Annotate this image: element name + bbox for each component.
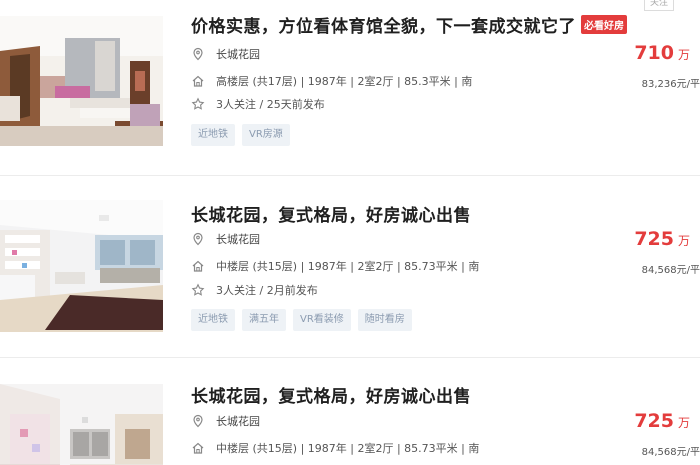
price-unit: 万 [677, 234, 690, 248]
listing-photo[interactable] [0, 384, 163, 465]
star-icon [191, 283, 205, 297]
follow-info-line: 3人关注 / 2月前发布 [191, 282, 318, 298]
must-see-badge: 必看好房 [581, 15, 627, 34]
tag: 满五年 [242, 309, 286, 331]
tag: VR看装修 [293, 309, 351, 331]
house-icon [191, 441, 205, 455]
house-icon [191, 259, 205, 273]
house-info-line: 中楼层 (共15层) | 1987年 | 2室2厅 | 85.73平米 | 南 [191, 258, 479, 274]
house-icon [191, 74, 205, 88]
listing-title[interactable]: 价格实惠，方位看体育馆全貌，下一套成交就它了 [191, 12, 576, 37]
total-price: 725 万 [634, 410, 690, 432]
location-pin-icon [191, 414, 205, 428]
total-price: 710 万 [634, 42, 690, 64]
total-price-value: 725 [634, 228, 674, 250]
tag-list: 近地铁 满五年 VR看装修 随时看房 [191, 309, 419, 331]
listing-title[interactable]: 长城花园，复式格局，好房诚心出售 [191, 201, 471, 226]
house-info: 高楼层 (共17层) | 1987年 | 2室2厅 | 85.3平米 | 南 [216, 75, 473, 88]
house-info: 中楼层 (共15层) | 1987年 | 2室2厅 | 85.73平米 | 南 [216, 442, 480, 455]
unit-price: 84,568元/平 [641, 447, 700, 458]
total-price-value: 710 [634, 42, 674, 64]
total-price: 725 万 [634, 228, 690, 250]
price-unit: 万 [677, 48, 690, 62]
price-unit: 万 [677, 416, 690, 430]
community-link[interactable]: 长城花园 [216, 231, 260, 247]
follow-info-line: 3人关注 / 25天前发布 [191, 96, 325, 112]
house-info-line: 高楼层 (共17层) | 1987年 | 2室2厅 | 85.3平米 | 南 [191, 73, 472, 89]
listing-card[interactable]: 长城花园，复式格局，好房诚心出售 长城花园 中楼层 (共15层) | 1987年… [0, 357, 700, 465]
star-icon [191, 97, 205, 111]
listing-photo[interactable] [0, 16, 163, 146]
community-link[interactable]: 长城花园 [216, 46, 260, 62]
unit-price: 84,568元/平 [641, 265, 700, 276]
location-pin-icon [191, 47, 205, 61]
follow-info: 3人关注 / 2月前发布 [216, 284, 318, 297]
tag: 随时看房 [357, 309, 412, 331]
community-line: 长城花园 [191, 231, 260, 247]
listing-card[interactable]: 价格实惠，方位看体育馆全貌，下一套成交就它了 必看好房 长城花园 高楼层 (共1… [0, 0, 700, 172]
follow-button[interactable]: 关注 [644, 0, 674, 11]
total-price-value: 725 [634, 410, 674, 432]
location-pin-icon [191, 232, 205, 246]
house-info: 中楼层 (共15层) | 1987年 | 2室2厅 | 85.73平米 | 南 [216, 260, 480, 273]
tag: VR房源 [242, 124, 290, 146]
listing-photo[interactable] [0, 200, 163, 332]
follow-info: 3人关注 / 25天前发布 [216, 98, 325, 111]
unit-price: 83,236元/平 [641, 79, 700, 90]
tag: 近地铁 [191, 309, 235, 331]
listing-card[interactable]: 长城花园，复式格局，好房诚心出售 长城花园 中楼层 (共15层) | 1987年… [0, 175, 700, 355]
house-info-line: 中楼层 (共15层) | 1987年 | 2室2厅 | 85.73平米 | 南 [191, 440, 479, 456]
tag-list: 近地铁 VR房源 [191, 124, 297, 146]
community-line: 长城花园 [191, 46, 260, 62]
community-line: 长城花园 [191, 413, 260, 429]
tag: 近地铁 [191, 124, 235, 146]
community-link[interactable]: 长城花园 [216, 413, 260, 429]
listing-title[interactable]: 长城花园，复式格局，好房诚心出售 [191, 382, 471, 407]
